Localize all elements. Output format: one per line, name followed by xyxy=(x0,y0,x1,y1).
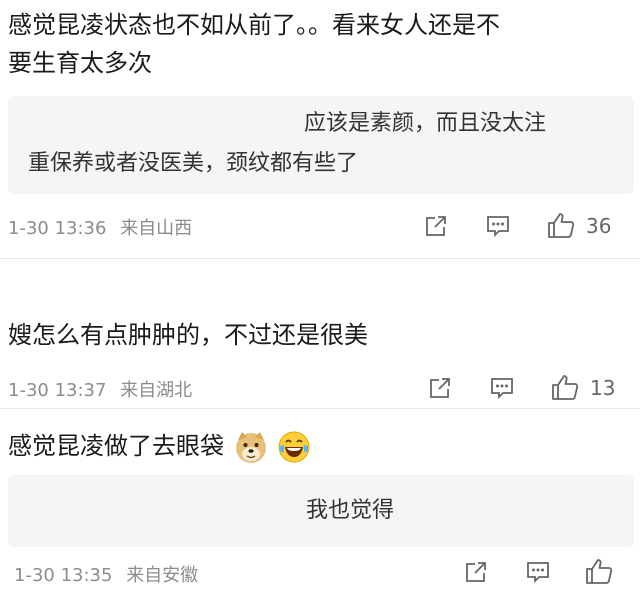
like-count: 13 xyxy=(590,376,616,400)
share-icon[interactable] xyxy=(426,374,454,402)
share-icon[interactable] xyxy=(462,558,490,586)
reply-text: 重保养或者没医美，颈纹都有些了 xyxy=(28,151,359,176)
comment-meta: 1-30 13:35 来自安徽 xyxy=(14,561,198,587)
comment-time: 1-30 13:37 xyxy=(8,380,107,401)
reply-box[interactable]: 应该是素颜，而且没太注 重保养或者没医美，颈纹都有些了 xyxy=(8,96,634,194)
comment-location: 来自山西 xyxy=(120,218,193,239)
laugh-cry-emoji-icon xyxy=(277,430,311,464)
reply-box[interactable]: 我也觉得 xyxy=(8,475,634,547)
comment-item: 嫂怎么有点肿肿的，不过还是很美 1-30 13:37 来自湖北 13 xyxy=(0,259,640,407)
comment-item: 感觉昆凌做了去眼袋 我也觉得 1-30 13:35 来自安徽 xyxy=(0,409,640,605)
comment-meta: 1-30 13:37 来自湖北 xyxy=(8,376,192,402)
comment-time: 1-30 13:35 xyxy=(14,565,113,586)
reply-text: 我也觉得 xyxy=(306,498,395,523)
comment-location: 来自湖北 xyxy=(120,380,193,401)
comment-text: 感觉昆凌做了去眼袋 xyxy=(8,423,311,469)
comment-text-content: 感觉昆凌做了去眼袋 xyxy=(8,432,224,460)
comment-location: 来自安徽 xyxy=(126,565,199,586)
comment-icon[interactable] xyxy=(524,558,552,586)
comment-text: 要生育太多次 xyxy=(8,49,152,77)
reply-text: 应该是素颜，而且没太注 xyxy=(304,111,547,136)
comment-text: 嫂怎么有点肿肿的，不过还是很美 xyxy=(8,321,368,349)
comment-meta: 1-30 13:36 来自山西 xyxy=(8,214,192,240)
thumbs-up-icon[interactable] xyxy=(584,556,614,586)
thumbs-up-icon[interactable] xyxy=(550,372,580,402)
comment-icon[interactable] xyxy=(484,212,512,240)
doge-emoji-icon xyxy=(234,430,268,464)
share-icon[interactable] xyxy=(422,212,450,240)
thumbs-up-icon[interactable] xyxy=(546,210,576,240)
comment-time: 1-30 13:36 xyxy=(8,218,107,239)
comment-item: 感觉昆凌状态也不如从前了。。看来女人还是不 要生育太多次 应该是素颜，而且没太注… xyxy=(0,0,640,258)
comment-icon[interactable] xyxy=(488,374,516,402)
like-count: 36 xyxy=(586,214,612,238)
